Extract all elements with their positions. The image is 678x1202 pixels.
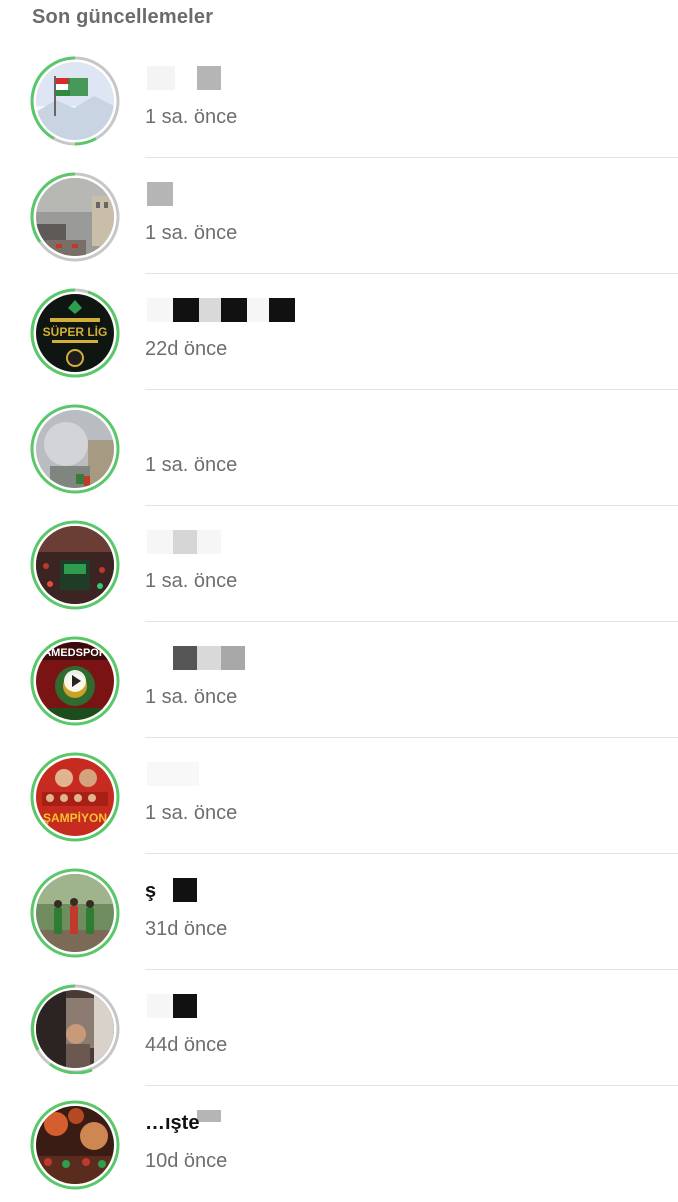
svg-text:ŞAMPİYON: ŞAMPİYON xyxy=(43,810,107,825)
avatar xyxy=(36,62,114,140)
svg-text:SÜPER LİG: SÜPER LİG xyxy=(43,324,108,339)
redaction-block xyxy=(269,298,295,322)
updates-list: 1 sa. önce 1 sa. önce SÜPER LİG 22d önce… xyxy=(0,42,678,1202)
redaction-block xyxy=(197,646,221,670)
status-ring[interactable]: SÜPER LİG xyxy=(30,288,120,378)
redaction-block xyxy=(247,298,269,322)
status-ring[interactable] xyxy=(30,172,120,262)
update-row[interactable]: 44d önce xyxy=(0,970,678,1086)
update-row[interactable]: AMEDSPOR 1 sa. önce xyxy=(0,622,678,738)
contact-name xyxy=(145,66,445,92)
update-time: 22d önce xyxy=(145,338,228,360)
update-time: 1 sa. önce xyxy=(145,222,238,244)
status-ring[interactable]: AMEDSPOR xyxy=(30,636,120,726)
contact-name xyxy=(145,298,445,324)
status-ring[interactable] xyxy=(30,56,120,146)
status-ring[interactable]: ŞAMPİYON xyxy=(30,752,120,842)
contact-name xyxy=(145,414,445,440)
redaction-block xyxy=(197,530,221,554)
section-title: Son güncellemeler xyxy=(32,6,214,28)
update-row[interactable]: 1 sa. önce xyxy=(0,390,678,506)
update-row[interactable]: …ışte 10d önce xyxy=(0,1086,678,1202)
redaction-block xyxy=(147,994,173,1018)
redaction-block xyxy=(197,1110,221,1122)
contact-name xyxy=(145,530,445,556)
status-ring[interactable] xyxy=(30,1100,120,1190)
update-row[interactable]: SÜPER LİG 22d önce xyxy=(0,274,678,390)
update-time: 44d önce xyxy=(145,1034,228,1056)
status-ring[interactable] xyxy=(30,984,120,1074)
svg-text:AMEDSPOR: AMEDSPOR xyxy=(43,647,107,659)
update-time: 1 sa. önce xyxy=(145,570,238,592)
avatar xyxy=(36,990,114,1068)
contact-name xyxy=(145,646,445,672)
redaction-block xyxy=(173,994,197,1018)
status-ring[interactable] xyxy=(30,868,120,958)
contact-name xyxy=(145,994,445,1020)
update-row[interactable]: 1 sa. önce xyxy=(0,42,678,158)
redaction-block xyxy=(147,298,173,322)
avatar xyxy=(36,874,114,952)
avatar xyxy=(36,1106,114,1184)
update-time: 1 sa. önce xyxy=(145,454,238,476)
update-row[interactable]: 1 sa. önce xyxy=(0,506,678,622)
redaction-block xyxy=(147,66,175,90)
play-icon xyxy=(64,670,86,692)
update-time: 1 sa. önce xyxy=(145,802,238,824)
contact-name xyxy=(145,762,445,788)
avatar xyxy=(36,178,114,256)
redaction-block xyxy=(173,646,197,670)
redaction-block xyxy=(221,646,245,670)
update-time: 1 sa. önce xyxy=(145,686,238,708)
update-row[interactable]: ş 31d önce xyxy=(0,854,678,970)
redaction-block xyxy=(173,878,197,902)
update-time: 1 sa. önce xyxy=(145,106,238,128)
avatar: SÜPER LİG xyxy=(36,294,114,372)
avatar xyxy=(36,526,114,604)
update-time: 31d önce xyxy=(145,918,228,940)
redaction-block xyxy=(173,298,199,322)
redaction-block xyxy=(173,530,197,554)
status-ring[interactable] xyxy=(30,520,120,610)
redaction-block xyxy=(199,298,221,322)
status-ring[interactable] xyxy=(30,404,120,494)
contact-name xyxy=(145,182,445,208)
avatar: ŞAMPİYON xyxy=(36,758,114,836)
redaction-block xyxy=(147,762,199,786)
update-row[interactable]: ŞAMPİYON 1 sa. önce xyxy=(0,738,678,854)
contact-name: …ışte xyxy=(145,1110,445,1136)
redaction-block xyxy=(147,530,173,554)
redaction-block xyxy=(221,298,247,322)
avatar: AMEDSPOR xyxy=(36,642,114,720)
avatar xyxy=(36,410,114,488)
update-time: 10d önce xyxy=(145,1150,228,1172)
redaction-block xyxy=(147,182,173,206)
contact-name: ş xyxy=(145,878,445,904)
update-row[interactable]: 1 sa. önce xyxy=(0,158,678,274)
redaction-block xyxy=(197,66,221,90)
